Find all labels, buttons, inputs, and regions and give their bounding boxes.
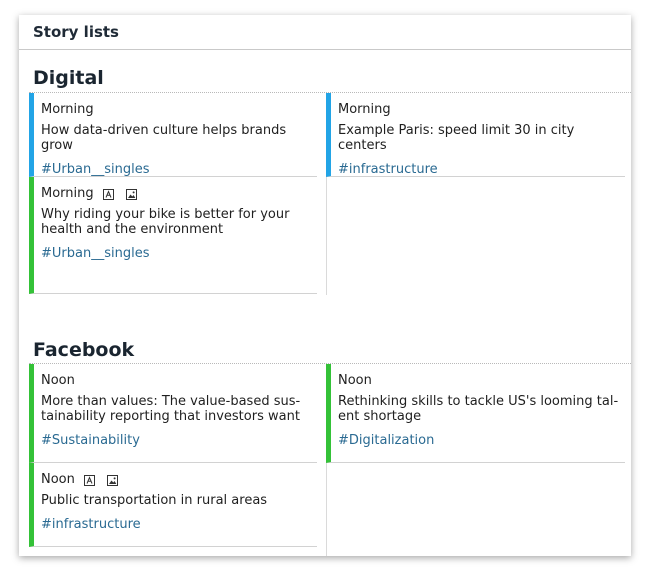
story-tag[interactable]: #infrastructure (338, 162, 625, 178)
story-time: Morning (338, 102, 391, 117)
story-card[interactable]: Noon Public transportation in rural area… (29, 463, 317, 547)
story-time: Noon (41, 373, 75, 388)
story-time: Noon (338, 373, 372, 388)
story-card[interactable]: Morning Example Paris: speed limit 30 in… (326, 93, 625, 177)
story-time: Morning (41, 186, 317, 202)
story-title[interactable]: How data-driven culture helps brands gro… (41, 123, 317, 153)
story-card[interactable]: Noon More than values: The value-based s… (29, 364, 317, 463)
story-title[interactable]: Why riding your bike is better for your … (41, 207, 317, 237)
story-tag[interactable]: #Sustainability (41, 433, 317, 449)
story-title[interactable]: Public transportation in rural areas (41, 493, 317, 508)
story-time: Morning (41, 102, 94, 117)
story-tag[interactable]: #infrastructure (41, 517, 317, 533)
story-time: Noon (41, 472, 317, 488)
panel-title: Story lists (33, 23, 119, 41)
section-title-facebook: Facebook (33, 339, 135, 361)
story-card[interactable]: Morning How data-driven culture helps br… (29, 93, 317, 177)
story-tag[interactable]: #Digitalization (338, 433, 625, 449)
story-card[interactable]: Morning Why riding your bike is better f… (29, 177, 317, 294)
story-tag[interactable]: #Urban__singles (41, 246, 317, 262)
story-title[interactable]: Rethinking skills to tackle US's looming… (338, 394, 625, 424)
text-icon (102, 188, 114, 200)
story-lists-panel: Story lists Digital Morning How data-dri… (19, 15, 631, 556)
text-icon (83, 474, 95, 486)
panel-header: Story lists (19, 15, 631, 50)
story-title[interactable]: Example Paris: speed limit 30 in city ce… (338, 123, 625, 153)
story-title[interactable]: More than values: The value-based sus­ta… (41, 394, 317, 424)
image-icon (106, 474, 118, 486)
image-icon (125, 188, 137, 200)
section-title-digital: Digital (33, 67, 104, 89)
story-tag[interactable]: #Urban__singles (41, 162, 317, 178)
story-card[interactable]: Noon Rethinking skills to tackle US's lo… (326, 364, 625, 463)
